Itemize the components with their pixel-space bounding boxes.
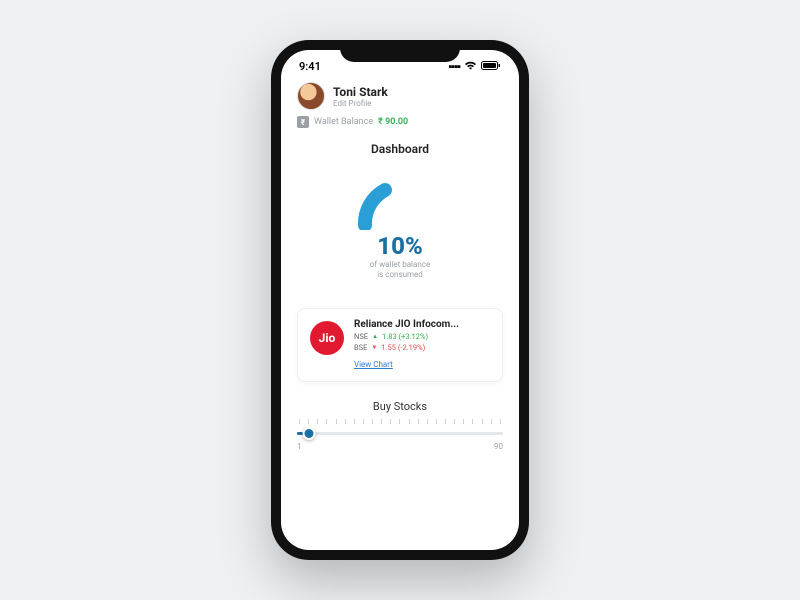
status-time: 9:41 (299, 60, 321, 73)
buy-slider[interactable]: 1 90 (297, 419, 503, 451)
avatar[interactable] (297, 82, 325, 110)
gauge-percent: 10% (377, 232, 422, 260)
stock-name: Reliance JIO Infocom... (354, 319, 490, 330)
buy-stocks-title: Buy Stocks (297, 400, 503, 413)
stock-bse-row: BSE ▼ 1.55 (-2.19%) (354, 343, 490, 352)
phone-frame: 9:41 ▪▪▪▪ Toni Stark Edit Profile (271, 40, 529, 560)
wallet-row: ₹ Wallet Balance ₹ 90.00 (297, 116, 503, 128)
slider-max: 90 (494, 442, 503, 451)
wallet-icon: ₹ (297, 116, 309, 128)
slider-track[interactable] (297, 426, 503, 440)
screen: 9:41 ▪▪▪▪ Toni Stark Edit Profile (281, 50, 519, 550)
gauge-section: 10% of wallet balance is consumed (297, 170, 503, 280)
slider-thumb[interactable] (303, 427, 316, 440)
profile-name: Toni Stark (333, 85, 388, 99)
dashboard-title: Dashboard (297, 142, 503, 156)
wallet-amount: ₹ 90.00 (378, 117, 408, 127)
gauge-subtitle: of wallet balance is consumed (370, 260, 430, 280)
gauge-arc (345, 170, 455, 230)
stock-nse-row: NSE ▲ 1.83 (+3.12%) (354, 332, 490, 341)
slider-min: 1 (297, 442, 302, 451)
stock-card[interactable]: Jio Reliance JIO Infocom... NSE ▲ 1.83 (… (297, 308, 503, 382)
view-chart-link[interactable]: View Chart (354, 360, 393, 369)
signal-icon: ▪▪▪▪ (448, 60, 460, 73)
up-triangle-icon: ▲ (372, 333, 378, 340)
down-triangle-icon: ▼ (371, 344, 377, 351)
stock-logo: Jio (310, 321, 344, 355)
wifi-icon (464, 60, 477, 73)
slider-ticks (297, 419, 503, 424)
edit-profile-link[interactable]: Edit Profile (333, 99, 388, 108)
wallet-label: Wallet Balance (314, 117, 373, 127)
notch (340, 40, 460, 62)
profile-section[interactable]: Toni Stark Edit Profile (297, 82, 503, 110)
battery-icon (481, 60, 501, 73)
status-indicators: ▪▪▪▪ (448, 60, 501, 73)
